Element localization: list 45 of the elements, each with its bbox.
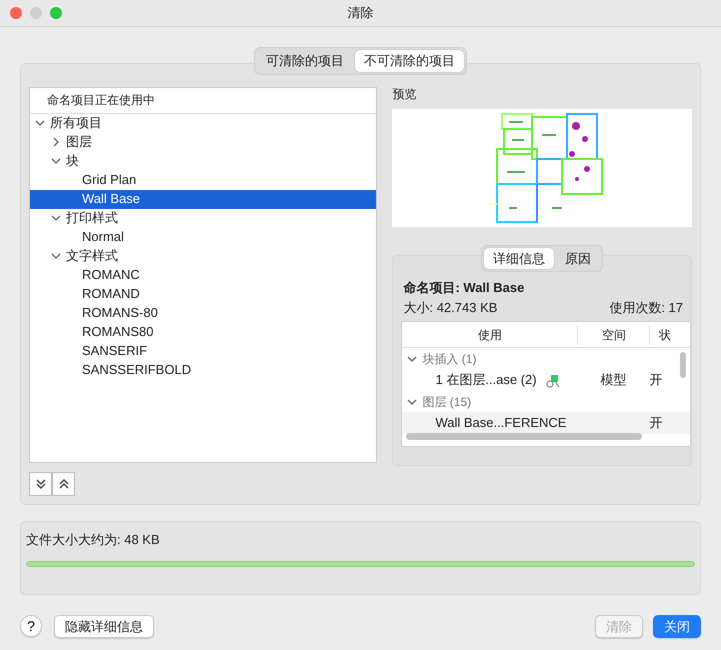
tree-item[interactable]: ROMAND — [82, 284, 140, 304]
tab[interactable]: 原因 — [556, 248, 600, 269]
column-header[interactable]: 状 — [649, 326, 680, 344]
double-chevron-up-icon — [58, 478, 70, 490]
scrollbar-thumb[interactable] — [406, 433, 642, 440]
tree-item[interactable]: 文字样式 — [66, 246, 118, 266]
column-header[interactable]: 空间 — [577, 326, 650, 344]
tree-item[interactable]: Grid Plan — [82, 170, 136, 190]
expand-all-button[interactable] — [29, 472, 52, 496]
tab[interactable]: 不可清除的项目 — [355, 50, 464, 72]
table-cell: Wall Base...FERENCE — [435, 415, 566, 430]
window-title: 清除 — [348, 4, 374, 22]
tab[interactable]: 详细信息 — [484, 248, 554, 269]
column-header: 命名项目正在使用中 — [30, 88, 376, 114]
tree-item[interactable]: SANSERIF — [82, 341, 148, 361]
usage-count: 使用次数: 17 — [609, 298, 683, 316]
table-cell: 开 — [649, 415, 662, 430]
help-button[interactable]: ? — [20, 615, 42, 638]
table-cell: 开 — [649, 372, 662, 388]
tree-item[interactable]: ROMANS-80 — [82, 303, 158, 323]
group-label[interactable]: 块插入 (1) — [422, 350, 476, 368]
tree-item[interactable]: Normal — [82, 227, 124, 247]
table-cell: 1 在图层...ase (2) — [435, 372, 537, 388]
tree-item[interactable]: 所有项目 — [50, 113, 102, 133]
preview-label: 预览 — [392, 86, 418, 102]
tree-item[interactable]: SANSSERIFBOLD — [82, 360, 192, 380]
column-header[interactable]: 使用 — [402, 326, 578, 344]
file-size-label: 文件大小大约为: 48 KB — [25, 530, 161, 548]
double-chevron-down-icon — [34, 478, 46, 490]
tree-item[interactable]: 图层 — [66, 132, 92, 152]
dialog-button[interactable]: 隐藏详细信息 — [54, 614, 154, 638]
dialog-button[interactable]: 关闭 — [653, 614, 701, 638]
tree-item[interactable]: ROMANS80 — [82, 322, 154, 342]
collapse-all-button[interactable] — [52, 472, 75, 496]
block-reference-icon[interactable] — [544, 372, 561, 388]
scrollbar-thumb[interactable] — [680, 352, 686, 378]
item-name: 命名项目: Wall Base — [403, 279, 526, 297]
size-label: 大小: 42.743 KB — [403, 298, 498, 316]
tree-item[interactable]: 块 — [66, 151, 79, 171]
tab[interactable]: 可清除的项目 — [257, 50, 353, 72]
tree-item[interactable]: Wall Base — [82, 189, 140, 209]
tree-item[interactable]: ROMANC — [82, 265, 140, 285]
table-cell: 模型 — [600, 372, 626, 388]
tree-item[interactable]: 打印样式 — [66, 208, 118, 228]
group-label[interactable]: 图层 (15) — [422, 392, 472, 410]
